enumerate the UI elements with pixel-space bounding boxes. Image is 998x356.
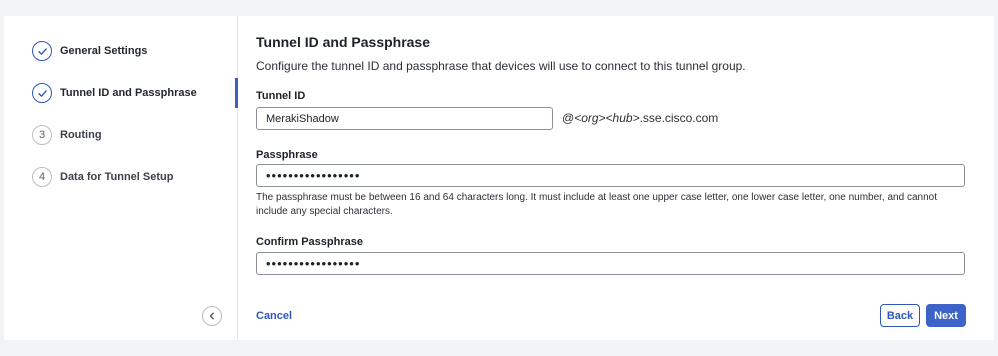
chevron-left-icon	[209, 312, 214, 320]
domain-name: .sse.cisco.com	[639, 111, 719, 125]
step-complete-marker	[32, 41, 52, 61]
collapse-sidebar-button[interactable]	[202, 306, 222, 326]
at-sign: @	[562, 111, 575, 125]
step-data-for-tunnel-setup[interactable]: 4 Data for Tunnel Setup	[32, 166, 173, 188]
passphrase-helper-text: The passphrase must be between 16 and 64…	[256, 192, 937, 217]
step-routing[interactable]: 3 Routing	[32, 124, 102, 146]
step-tunnel-id-passphrase[interactable]: Tunnel ID and Passphrase	[32, 82, 197, 104]
step-complete-marker	[32, 83, 52, 103]
tunnel-id-label: Tunnel ID	[256, 90, 306, 102]
passphrase-input[interactable]	[256, 164, 965, 187]
back-button[interactable]: Back	[880, 304, 920, 327]
tunnel-domain-suffix: @<org><hub>.sse.cisco.com	[562, 111, 718, 125]
main-panel: Tunnel ID and Passphrase Configure the t…	[256, 16, 994, 340]
step-label: Tunnel ID and Passphrase	[60, 87, 197, 99]
confirm-passphrase-input[interactable]	[256, 252, 965, 275]
tunnel-id-input[interactable]	[256, 107, 553, 130]
next-button[interactable]: Next	[926, 304, 966, 327]
hub-placeholder: <hub>	[605, 111, 640, 125]
cancel-button[interactable]: Cancel	[256, 310, 292, 322]
check-icon	[37, 89, 47, 97]
passphrase-label: Passphrase	[256, 149, 318, 161]
page-description: Configure the tunnel ID and passphrase t…	[256, 59, 746, 73]
wizard-card: General Settings Tunnel ID and Passphras…	[4, 16, 994, 340]
org-placeholder: <org>	[574, 111, 606, 125]
check-icon	[37, 47, 47, 55]
step-label: Routing	[60, 129, 102, 141]
confirm-passphrase-label: Confirm Passphrase	[256, 236, 363, 248]
active-step-indicator	[235, 78, 238, 108]
step-number-badge: 3	[32, 125, 52, 145]
page-title: Tunnel ID and Passphrase	[256, 34, 431, 50]
step-number-badge: 4	[32, 167, 52, 187]
step-label: Data for Tunnel Setup	[60, 171, 174, 183]
wizard-steps-sidebar: General Settings Tunnel ID and Passphras…	[4, 16, 238, 340]
step-general-settings[interactable]: General Settings	[32, 40, 147, 62]
step-label: General Settings	[60, 45, 148, 57]
